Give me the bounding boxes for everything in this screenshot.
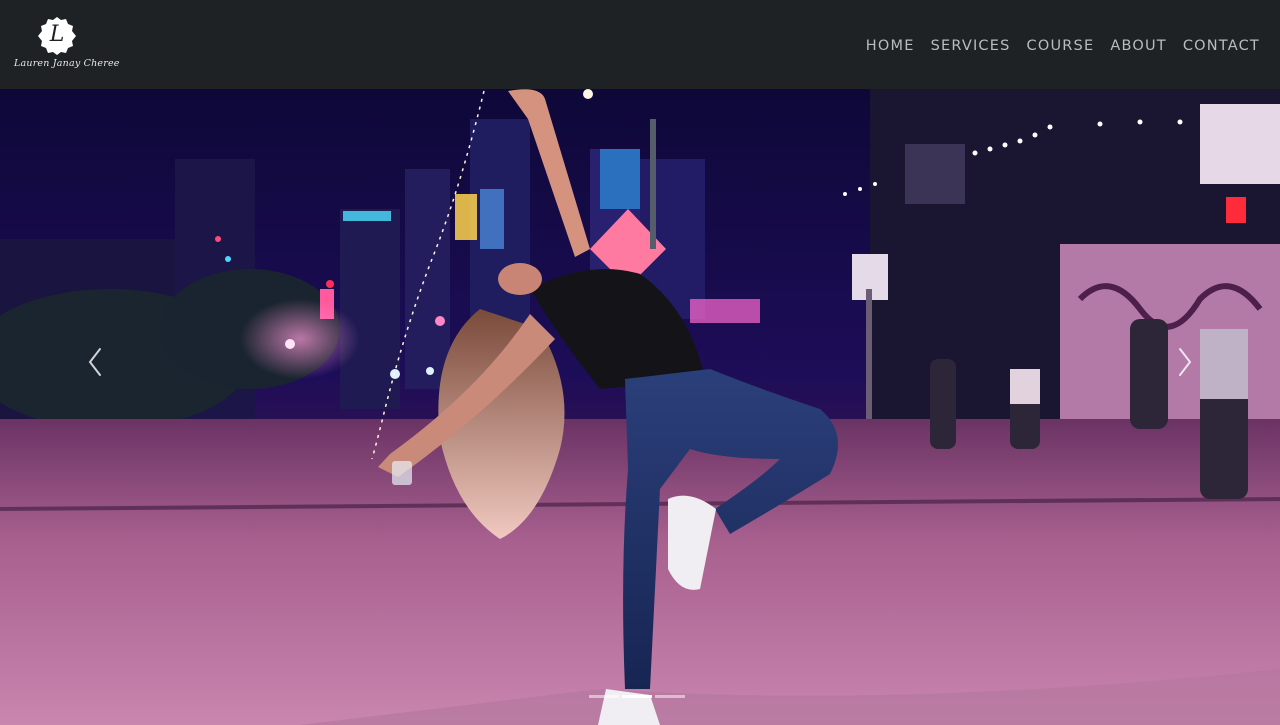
- nav-services[interactable]: SERVICES: [931, 37, 1011, 55]
- logo-letter: L: [49, 22, 65, 47]
- nav-about[interactable]: ABOUT: [1110, 37, 1167, 55]
- chevron-right-icon: [1179, 348, 1192, 376]
- hero-carousel: [0, 89, 1280, 725]
- chevron-left-icon: [88, 348, 101, 376]
- main-nav: HOME SERVICES COURSE ABOUT CONTACT: [850, 37, 1260, 55]
- top-navbar: L Lauren Janay Cheree HOME SERVICES COUR…: [0, 0, 1280, 89]
- carousel-next-button[interactable]: [1172, 347, 1196, 377]
- nav-contact[interactable]: CONTACT: [1183, 37, 1260, 55]
- logo-script-name: Lauren Janay Cheree: [14, 58, 120, 69]
- carousel-indicator-active[interactable]: [622, 695, 652, 698]
- nav-home[interactable]: HOME: [866, 37, 915, 55]
- site-logo[interactable]: L Lauren Janay Cheree: [14, 14, 120, 76]
- hero-slide-image: [0, 89, 1280, 725]
- carousel-indicators: [589, 695, 685, 698]
- nav-course[interactable]: COURSE: [1027, 37, 1095, 55]
- carousel-indicator[interactable]: [655, 695, 685, 698]
- carousel-indicator[interactable]: [589, 695, 619, 698]
- carousel-prev-button[interactable]: [84, 347, 108, 377]
